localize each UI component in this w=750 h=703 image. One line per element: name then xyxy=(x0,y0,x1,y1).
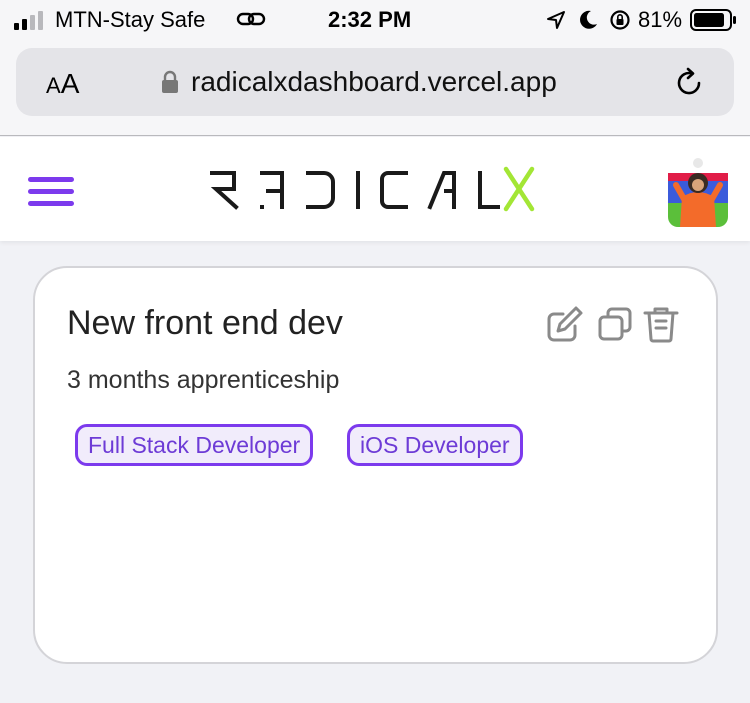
location-icon xyxy=(547,11,565,29)
internship-card[interactable]: New front end dev 3 months apprenticeshi… xyxy=(33,266,718,664)
trash-icon[interactable] xyxy=(641,304,681,344)
app-header xyxy=(0,137,750,241)
lock-icon xyxy=(162,70,178,93)
signal-icon xyxy=(14,11,43,30)
menu-icon[interactable] xyxy=(28,177,76,206)
browser-toolbar: AA radicalxdashboard.vercel.app xyxy=(0,40,750,136)
radicalx-logo xyxy=(210,166,535,212)
card-subtitle: 3 months apprenticeship xyxy=(67,366,340,394)
address-bar[interactable]: AA radicalxdashboard.vercel.app xyxy=(16,48,734,116)
tag-full-stack-developer[interactable]: Full Stack Developer xyxy=(75,424,314,466)
card-actions xyxy=(545,304,685,344)
avatar[interactable] xyxy=(668,155,728,227)
clock: 2:32 PM xyxy=(328,7,412,32)
carrier-name: MTN-Stay Safe xyxy=(55,7,206,32)
battery-icon xyxy=(690,9,736,31)
battery-percent: 81% xyxy=(638,7,683,32)
url-text[interactable]: radicalxdashboard.vercel.app xyxy=(191,66,557,98)
status-bar: MTN-Stay Safe 2:32 PM 81% xyxy=(0,0,750,40)
rotation-lock-icon xyxy=(610,10,630,30)
copy-icon[interactable] xyxy=(595,304,635,344)
card-title: New front end dev xyxy=(67,304,343,342)
reload-icon[interactable] xyxy=(672,66,706,100)
moon-icon xyxy=(580,10,597,29)
link-icon xyxy=(236,12,266,26)
edit-icon[interactable] xyxy=(545,304,585,344)
tag-ios-developer[interactable]: iOS Developer xyxy=(347,424,523,466)
text-size-button[interactable]: AA xyxy=(46,68,79,100)
